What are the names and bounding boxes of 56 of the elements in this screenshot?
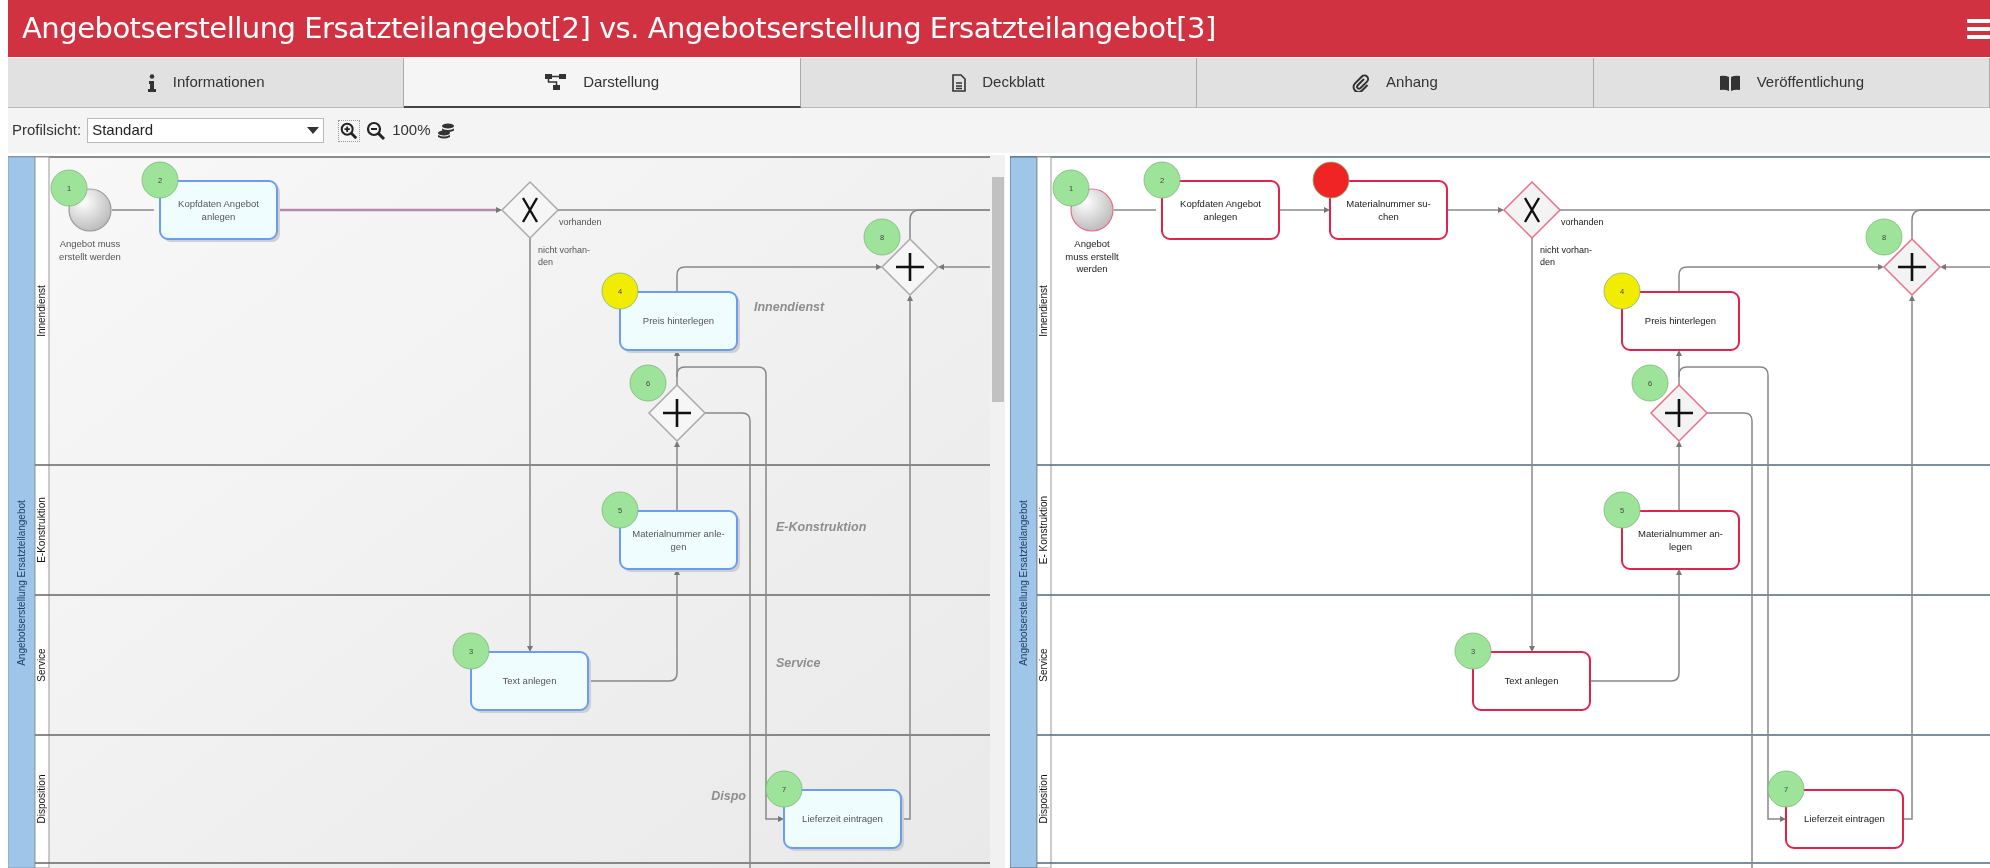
- lane-watermark: Innendienst: [754, 300, 825, 314]
- caret-icon: [307, 127, 320, 134]
- exclusive-gateway: [1502, 180, 1562, 240]
- parallel-gateway: [1882, 237, 1942, 297]
- lane-label: Innendienst: [36, 285, 47, 337]
- window-title: Angebotserstellung Ersatzteilangebot[2] vs. Angebotserstellung Ersatzteilangebot[3]: [22, 9, 1216, 47]
- lane-watermark: E-Konstruktion: [776, 520, 867, 534]
- hierarchy-icon: [545, 73, 568, 91]
- event-label: muss erstellt: [1065, 250, 1119, 262]
- paperclip-icon: [1352, 73, 1371, 92]
- exclusive-gateway: [500, 180, 560, 240]
- flow-arrow: [1940, 264, 1990, 270]
- condition-label: nicht vorhan- den: [538, 245, 591, 267]
- profile-label: Profilsicht:: [12, 120, 82, 141]
- lane-label: Innendienst: [1038, 285, 1049, 337]
- condition-label: vorhanden: [1561, 217, 1604, 227]
- tab[interactable]: Veröffentlichung: [1593, 58, 1990, 108]
- lane-label: Service: [36, 648, 47, 682]
- task-box[interactable]: Materialnummer su- chen: [1329, 180, 1448, 240]
- lane-label: E- Konstruktion: [1038, 495, 1049, 565]
- lane-label: Disposition: [1038, 774, 1049, 824]
- zoom-level: 100%: [392, 120, 431, 141]
- flow-arrow: [1446, 207, 1504, 213]
- flow-arrow: [1278, 207, 1330, 213]
- tab[interactable]: Informationen: [8, 58, 405, 108]
- parallel-gateway: [880, 237, 940, 297]
- event-label: Angebot muss: [59, 238, 121, 249]
- tab[interactable]: Darstellung: [404, 58, 801, 108]
- tab[interactable]: Anhang: [1197, 58, 1594, 108]
- pool-label: Angebotserstellung Ersatzteilangebot: [1018, 500, 1029, 666]
- lane-label: Service: [1038, 648, 1049, 682]
- coins-icon[interactable]: [436, 121, 455, 140]
- parallel-gateway: [1649, 383, 1709, 443]
- scrollbar-thumb[interactable]: [991, 177, 1004, 402]
- event-label: Angebot: [1074, 238, 1110, 249]
- scrollbar[interactable]: [990, 155, 1005, 868]
- event-label: erstellt werden: [59, 250, 121, 262]
- parallel-gateway: [647, 383, 707, 443]
- zoom-in-icon[interactable]: [338, 119, 361, 142]
- pool-label: Angebotserstellung Ersatzteilangebot: [16, 500, 27, 666]
- menu-icon[interactable]: [1964, 16, 1990, 41]
- step-badge: [1312, 161, 1350, 199]
- document-icon: [952, 73, 967, 92]
- lane-watermark: Dispo: [711, 789, 746, 803]
- profile-select[interactable]: Standard: [87, 118, 325, 143]
- event-label: werden: [1076, 263, 1108, 274]
- lane-label: Disposition: [36, 774, 47, 824]
- zoom-out-icon[interactable]: [366, 120, 387, 141]
- lane-watermark: Service: [776, 656, 821, 670]
- lane-label: E-Konstruktion: [36, 497, 47, 563]
- flow-arrow: [938, 264, 990, 270]
- book-icon: [1718, 74, 1741, 91]
- condition-label: vorhanden: [559, 217, 602, 227]
- info-icon: [146, 73, 157, 92]
- tab[interactable]: Deckblatt: [800, 58, 1198, 108]
- condition-label: nicht vorhan- den: [1540, 245, 1593, 267]
